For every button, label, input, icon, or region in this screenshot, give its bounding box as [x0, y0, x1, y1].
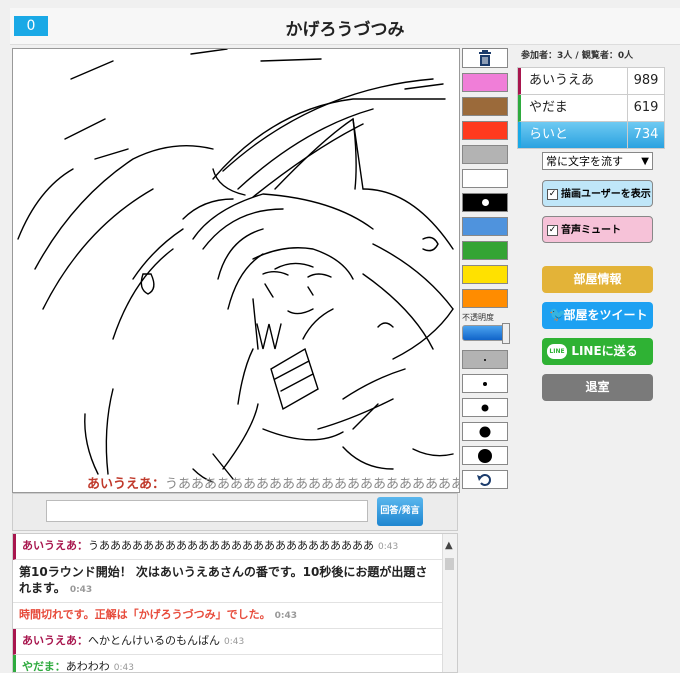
player-score: 989 [627, 68, 664, 94]
right-sidebar: 参加者：3人 / 観覧者：0人 あいうえあ 989 やだま 619 らいと 73… [517, 48, 680, 401]
line-share-label: LINEに送る [571, 344, 638, 358]
chat-separator: ： [77, 634, 88, 647]
chat-input-bar: 回答/発言 [12, 493, 458, 531]
color-swatch-orange[interactable] [462, 289, 508, 308]
chat-author: あいうえあ [22, 539, 77, 552]
participant-counts: 参加者：3人 / 観覧者：0人 [521, 51, 634, 61]
live-chat-author: あいうえあ [87, 477, 153, 492]
chat-author: あいうえあ [22, 634, 77, 647]
show-drawer-toggle[interactable]: ✓ 描画ユーザーを表示 [542, 180, 653, 207]
show-drawer-label: 描画ユーザーを表示 [561, 189, 651, 200]
color-swatch-pink[interactable] [462, 73, 508, 92]
tweet-room-label: 部屋をツイート [563, 308, 648, 322]
chat-time: 0:43 [69, 585, 93, 595]
chat-time: 0:43 [113, 663, 134, 673]
drawing-canvas[interactable]: あいうえあ：うあああああああああああああああああああああああああ [12, 48, 460, 493]
twitter-icon: 🐦 [549, 307, 567, 323]
chat-text: 時間切れです。正解は「かげろうづつみ」でした。 [19, 608, 271, 621]
brush-dot-icon [484, 358, 486, 361]
undo-button[interactable] [462, 470, 508, 489]
mute-toggle[interactable]: ✓ 音声ミュート [542, 216, 653, 243]
answer-input[interactable] [46, 500, 368, 522]
brush-size-2[interactable] [462, 374, 508, 393]
brush-size-5[interactable] [462, 446, 508, 465]
undo-icon [477, 474, 491, 486]
color-swatch-brown[interactable] [462, 97, 508, 116]
exit-room-button[interactable]: 退室 [542, 374, 653, 401]
brush-dot-icon [478, 448, 492, 463]
chat-separator: ： [54, 660, 66, 673]
brush-dot-icon [483, 381, 487, 386]
player-list: あいうえあ 989 やだま 619 らいと 734 [517, 67, 665, 149]
brush-size-3[interactable] [462, 398, 508, 417]
player-row: あいうえあ 989 [518, 68, 664, 95]
live-chat-separator: ： [152, 477, 166, 492]
chat-text: うあああああああああああああああああああああああああ [88, 539, 374, 552]
send-answer-button[interactable]: 回答/発言 [377, 497, 423, 526]
brush-size-4[interactable] [462, 422, 508, 441]
checkbox-checked-icon: ✓ [547, 224, 558, 236]
text-flow-select[interactable]: 常に文字を流す ▼ [542, 152, 653, 170]
brush-dot-icon [481, 404, 489, 411]
clear-canvas-button[interactable] [462, 48, 508, 68]
checkbox-checked-icon: ✓ [547, 188, 558, 200]
color-swatch-blue[interactable] [462, 217, 508, 236]
player-row-active: らいと 734 [518, 122, 664, 148]
trash-icon [479, 50, 491, 66]
game-title: かげろうづつみ [285, 20, 405, 40]
player-name: らいと [521, 122, 627, 148]
chat-text: へかとんけいるのもんばん [88, 634, 220, 647]
text-flow-select-value: 常に文字を流す [546, 155, 623, 168]
chevron-down-icon: ▼ [641, 156, 649, 167]
player-score: 619 [627, 95, 664, 121]
line-icon: LINE [547, 344, 567, 359]
opacity-slider[interactable] [462, 323, 510, 344]
chat-time: 0:43 [224, 637, 245, 647]
player-score: 734 [627, 122, 664, 148]
chat-scrollbar[interactable]: ▲ [442, 534, 457, 672]
chat-message: やだま：あわわわ 0:43 [13, 655, 444, 673]
chat-log: あいうえあ：うあああああああああああああああああああああああああ 0:43 第10… [12, 533, 458, 673]
room-info-button[interactable]: 部屋情報 [542, 266, 653, 293]
chevron-up-icon[interactable]: ▲ [445, 540, 453, 551]
chat-message: あいうえあ：うあああああああああああああああああああああああああ 0:43 [13, 534, 444, 560]
sketch-drawing [17, 49, 454, 483]
brush-size-1[interactable] [462, 350, 508, 369]
chat-message: あいうえあ：へかとんけいるのもんばん 0:43 [13, 629, 444, 655]
chat-time: 0:43 [378, 542, 399, 552]
selected-dot-icon [482, 199, 489, 206]
color-swatch-red[interactable] [462, 121, 508, 140]
opacity-label: 不透明度 [462, 313, 494, 322]
line-share-button[interactable]: LINE LINEに送る [542, 338, 653, 365]
scrollbar-thumb[interactable] [445, 558, 454, 570]
player-row: やだま 619 [518, 95, 664, 122]
color-swatch-gray[interactable] [462, 145, 508, 164]
color-swatch-green[interactable] [462, 241, 508, 260]
chat-separator: ： [77, 539, 88, 552]
mute-label: 音声ミュート [561, 225, 621, 236]
header-bar: 0 かげろうづつみ [10, 8, 680, 45]
tool-palette: 不透明度 [462, 48, 510, 494]
live-chat-text: うあああああああああああああああああああああああああ [165, 477, 459, 492]
chat-time: 0:43 [274, 611, 297, 621]
live-chat-overlay: あいうえあ：うあああああああああああああああああああああああああ [87, 473, 459, 492]
brush-dot-icon [479, 426, 491, 437]
chat-warning-message: 時間切れです。正解は「かげろうづつみ」でした。 0:43 [13, 603, 444, 629]
chat-system-message: 第10ラウンド開始！ 次はあいうえあさんの番です。10秒後にお題が出題されます。… [13, 560, 444, 603]
player-name: あいうえあ [521, 68, 627, 94]
chat-text: あわわわ [65, 660, 110, 673]
tweet-room-button[interactable]: 🐦 部屋をツイート [542, 302, 653, 329]
color-swatch-black-selected[interactable] [462, 193, 508, 212]
opacity-slider-handle[interactable] [502, 323, 510, 344]
player-name: やだま [521, 95, 627, 121]
color-swatch-yellow[interactable] [462, 265, 508, 284]
chat-author: やだま [22, 660, 55, 673]
color-swatch-white[interactable] [462, 169, 508, 188]
